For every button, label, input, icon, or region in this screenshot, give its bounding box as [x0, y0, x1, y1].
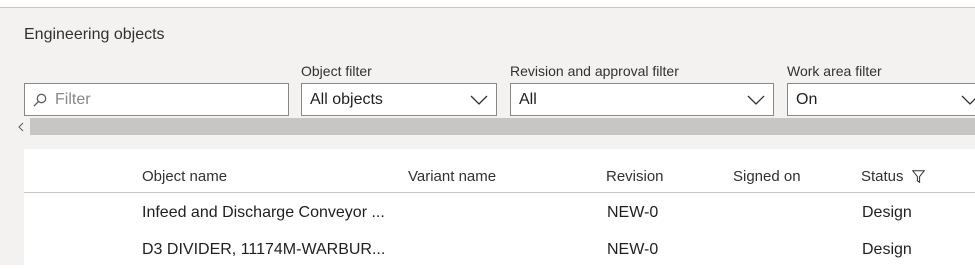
work-area-filter-select[interactable]: On	[787, 83, 975, 116]
table-row[interactable]: D3 DIVIDER, 11174M-WARBUR... NEW-0 Desig…	[24, 232, 975, 269]
object-filter-value: All objects	[310, 91, 383, 108]
column-header-variant-name[interactable]: Variant name	[408, 168, 496, 185]
revision-filter-select[interactable]: All	[510, 83, 774, 116]
work-area-filter-value: On	[796, 91, 818, 108]
chevron-down-icon	[961, 95, 975, 105]
filter-icon[interactable]	[911, 170, 925, 183]
engineering-objects-grid: Object name Variant name Revision Signed…	[24, 149, 975, 265]
work-area-filter-label: Work area filter	[787, 63, 882, 79]
cell-status: Design	[862, 241, 912, 258]
chevron-left-icon	[18, 122, 24, 131]
engineering-objects-panel: Engineering objects Filter Object filter…	[0, 7, 975, 265]
revision-filter-value: All	[519, 91, 537, 108]
filter-search-input[interactable]: Filter	[24, 83, 289, 116]
cell-object-name: D3 DIVIDER, 11174M-WARBUR...	[142, 241, 386, 258]
object-filter-label: Object filter	[301, 63, 372, 79]
revision-filter-label: Revision and approval filter	[510, 63, 679, 79]
filter-placeholder: Filter	[55, 91, 91, 108]
chevron-down-icon	[470, 95, 488, 105]
cell-object-name: Infeed and Discharge Conveyor ...	[142, 204, 385, 221]
scroll-left-button[interactable]	[12, 118, 30, 135]
section-title: Engineering objects	[24, 26, 165, 43]
column-header-status-wrap[interactable]: Status	[861, 168, 925, 185]
column-header-revision[interactable]: Revision	[606, 168, 664, 185]
object-filter-select[interactable]: All objects	[301, 83, 497, 116]
cell-revision: NEW-0	[607, 241, 659, 258]
grid-header: Object name Variant name Revision Signed…	[24, 149, 975, 193]
search-icon	[33, 93, 47, 107]
column-header-status: Status	[861, 168, 904, 185]
cell-revision: NEW-0	[607, 204, 659, 221]
horizontal-scrollbar[interactable]	[12, 118, 975, 135]
chevron-down-icon	[747, 95, 765, 105]
cell-status: Design	[862, 204, 912, 221]
table-row[interactable]: Infeed and Discharge Conveyor ... NEW-0 …	[24, 195, 975, 232]
column-header-object-name[interactable]: Object name	[142, 168, 227, 185]
column-header-signed-on[interactable]: Signed on	[733, 168, 801, 185]
